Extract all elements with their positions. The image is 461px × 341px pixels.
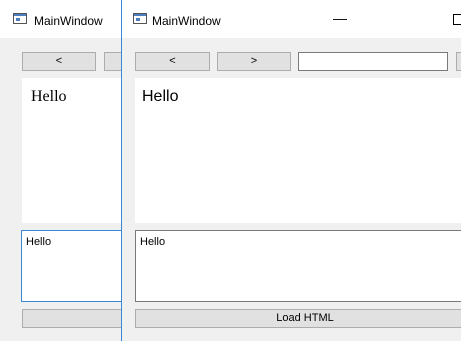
go-button[interactable] [456,52,461,71]
title-bar[interactable]: MainWindow [0,0,122,38]
html-editor[interactable]: Hello [135,230,461,302]
minimize-icon[interactable]: — [333,10,347,26]
back-button[interactable]: < [22,52,96,71]
main-window[interactable]: MainWindow — < > Hello Hello Load HTML [121,0,461,341]
app-window-icon [133,13,147,24]
window-title: MainWindow [34,14,103,28]
maximize-icon[interactable] [453,14,461,25]
editor-text: Hello [140,236,166,248]
load-html-button[interactable] [22,309,122,328]
view-text: Hello [142,88,179,105]
editor-text: Hello [26,236,52,248]
html-view: Hello [135,78,461,223]
html-view: Hello [22,78,122,223]
window-title: MainWindow [152,14,221,28]
back-button[interactable]: < [135,52,210,71]
forward-button[interactable] [104,52,122,71]
title-bar[interactable]: MainWindow — [122,0,461,38]
load-html-button[interactable]: Load HTML [135,309,461,328]
url-input[interactable] [298,52,448,71]
forward-button[interactable]: > [217,52,291,71]
view-text: Hello [31,88,67,105]
html-editor[interactable]: Hello [21,230,122,302]
background-window[interactable]: MainWindow < Hello Hello [0,0,122,341]
app-window-icon [13,13,27,24]
